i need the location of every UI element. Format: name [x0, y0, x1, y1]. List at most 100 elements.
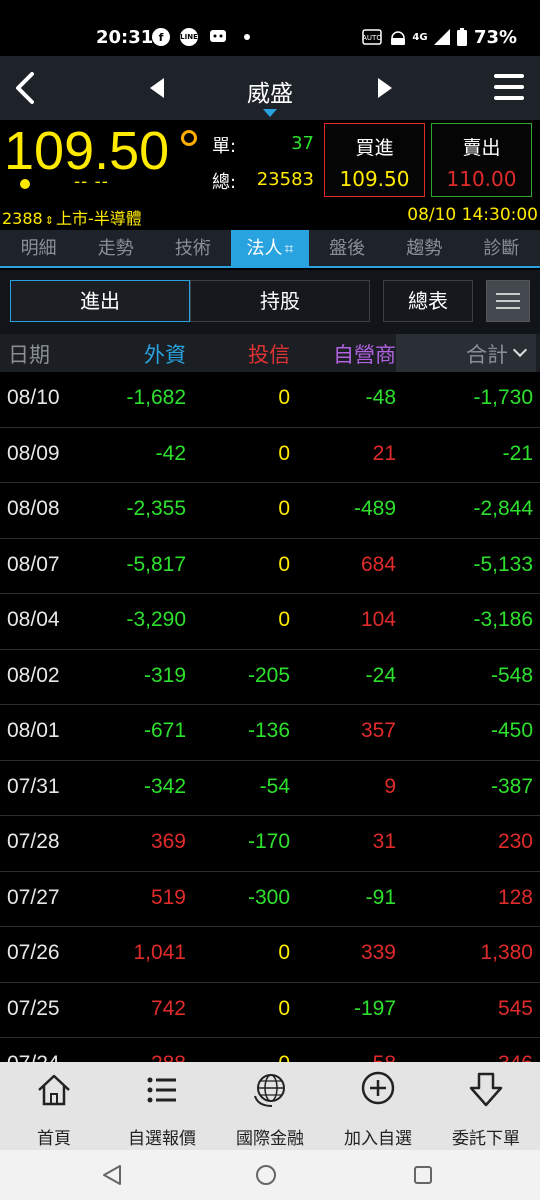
status-bar: 20:31 f LINE AUTO 4G 73%: [0, 0, 540, 56]
row-total: 230: [497, 830, 533, 853]
row-date: 08/08: [7, 497, 60, 520]
row-foreign: -42: [155, 441, 186, 465]
table-row[interactable]: 07/24 288 0 58 346: [0, 1038, 540, 1062]
total-volume-label: 總:: [212, 172, 237, 193]
row-total: 346: [412, 1052, 533, 1062]
table-row[interactable]: 07/25 742 0 -197 545: [0, 983, 540, 1038]
stock-name-title[interactable]: 威盛: [220, 74, 320, 108]
quote-header: 109.50 -- -- 單: 37 總: 23583 買進 109.50 賣出…: [0, 120, 540, 230]
buy-button[interactable]: 買進 109.50: [324, 123, 425, 197]
system-recents-icon[interactable]: [414, 1166, 432, 1184]
tab-diagnosis[interactable]: 診斷: [463, 230, 540, 266]
row-trust: -205: [247, 663, 290, 687]
alarm-clock-icon[interactable]: [181, 130, 197, 146]
tab-trend[interactable]: 走勢: [77, 230, 154, 266]
row-date: 08/04: [7, 608, 60, 631]
row-dealer: 31: [372, 830, 396, 853]
back-button[interactable]: [10, 68, 42, 108]
signal-icon: [432, 28, 452, 46]
quote-datetime: 08/10 14:30:00: [407, 205, 538, 225]
more-notifications-icon: [244, 34, 250, 40]
row-foreign: -671: [143, 719, 186, 742]
header-total[interactable]: 合計: [440, 339, 508, 369]
list-view-button[interactable]: [486, 280, 530, 322]
table-row[interactable]: 08/07 -5,817 0 684 -5,133: [0, 539, 540, 594]
buy-label: 買進: [355, 137, 394, 159]
nav-international[interactable]: 國際金融: [216, 1062, 324, 1150]
header-date: 日期: [8, 343, 50, 367]
table-row[interactable]: 08/02 -319 -205 -24 -548: [0, 650, 540, 705]
row-dealer: 104: [360, 608, 396, 631]
top-navigation-bar: 威盛: [0, 56, 540, 120]
table-row[interactable]: 08/10 -1,682 0 -48 -1,730: [0, 372, 540, 428]
summary-button[interactable]: 總表: [383, 280, 473, 322]
row-date: 08/01: [7, 719, 60, 742]
nav-add-watchlist[interactable]: 加入自選: [324, 1062, 432, 1150]
row-foreign: 288: [86, 1052, 186, 1062]
next-stock-button[interactable]: [376, 76, 394, 104]
in-out-segment[interactable]: 進出: [10, 280, 190, 322]
up-down-arrows-icon: ⇕: [44, 214, 54, 227]
messenger-icon: [208, 28, 228, 46]
tab-institutional[interactable]: 法人 ⌗: [231, 230, 309, 266]
table-row[interactable]: 08/04 -3,290 0 104 -3,186: [0, 594, 540, 650]
collapse-arrows-icon: ⌗: [284, 239, 294, 258]
row-foreign: -1,682: [126, 386, 186, 409]
row-trust: -54: [259, 774, 290, 798]
dropdown-caret-icon: [263, 109, 277, 117]
tab-tendency[interactable]: 趨勢: [386, 230, 463, 266]
tab-technical[interactable]: 技術: [154, 230, 231, 266]
table-row[interactable]: 07/27 519 -300 -91 128: [0, 872, 540, 927]
hamburger-icon: [494, 74, 524, 100]
tab-after-hours[interactable]: 盤後: [309, 230, 386, 266]
row-total: -387: [490, 774, 533, 798]
row-dealer: 357: [360, 719, 396, 742]
row-total: -5,133: [473, 552, 533, 576]
line-icon: LINE: [180, 28, 198, 46]
nav-home[interactable]: 首頁: [0, 1062, 108, 1150]
table-row[interactable]: 08/09 -42 0 21 -21: [0, 428, 540, 483]
row-foreign: 519: [150, 885, 186, 909]
single-volume-label: 單:: [212, 136, 237, 157]
row-date: 07/28: [7, 830, 60, 853]
row-foreign: -342: [143, 774, 186, 798]
watchlist-icon: [147, 1077, 176, 1103]
table-row[interactable]: 08/08 -2,355 0 -489 -2,844: [0, 483, 540, 539]
row-dealer: 9: [384, 774, 396, 798]
row-date: 07/26: [7, 941, 60, 964]
tab-details[interactable]: 明細: [0, 230, 77, 266]
row-trust: 0: [278, 552, 290, 576]
row-total: -1,730: [473, 386, 533, 409]
auto-icon: AUTO: [362, 28, 382, 46]
svg-text:AUTO: AUTO: [362, 34, 382, 42]
row-trust: -136: [247, 719, 290, 742]
row-foreign: 1,041: [133, 941, 186, 964]
previous-stock-button[interactable]: [148, 76, 166, 104]
row-dealer: 684: [360, 552, 396, 576]
row-trust: 0: [190, 1052, 290, 1062]
institutional-table-body[interactable]: 08/10 -1,682 0 -48 -1,730 08/09 -42 0 21 -21 08/08…: [0, 372, 540, 1062]
nav-watchlist[interactable]: 自選報價: [108, 1062, 216, 1150]
row-foreign: -3,290: [126, 608, 186, 631]
system-back-icon[interactable]: [102, 1164, 122, 1186]
battery-percentage: 73%: [474, 27, 518, 48]
row-total: -450: [490, 719, 533, 742]
menu-button[interactable]: [494, 74, 524, 102]
table-row[interactable]: 08/01 -671 -136 357 -450: [0, 705, 540, 761]
stock-code: 2388: [2, 209, 43, 228]
holdings-segment[interactable]: 持股: [190, 280, 370, 322]
nav-place-order-label: 委託下單: [452, 1129, 520, 1149]
row-dealer: -91: [365, 885, 396, 909]
nav-place-order[interactable]: 委託下單: [432, 1062, 540, 1150]
table-row[interactable]: 07/26 1,041 0 339 1,380: [0, 927, 540, 983]
row-dealer: -24: [365, 663, 396, 687]
table-header: 日期 外資 投信 自營商 合計: [0, 334, 540, 372]
table-row[interactable]: 07/31 -342 -54 9 -387: [0, 761, 540, 816]
bottom-navigation: 首頁 自選報價 國際金融 加入自選 委託下單: [0, 1062, 540, 1150]
table-row[interactable]: 07/28 369 -170 31 230: [0, 816, 540, 872]
facebook-icon: f: [152, 28, 170, 46]
tab-institutional-label: 法人: [246, 238, 283, 259]
row-total: -21: [502, 441, 533, 465]
sell-button[interactable]: 賣出 110.00: [431, 123, 532, 197]
system-home-icon[interactable]: [256, 1165, 276, 1185]
